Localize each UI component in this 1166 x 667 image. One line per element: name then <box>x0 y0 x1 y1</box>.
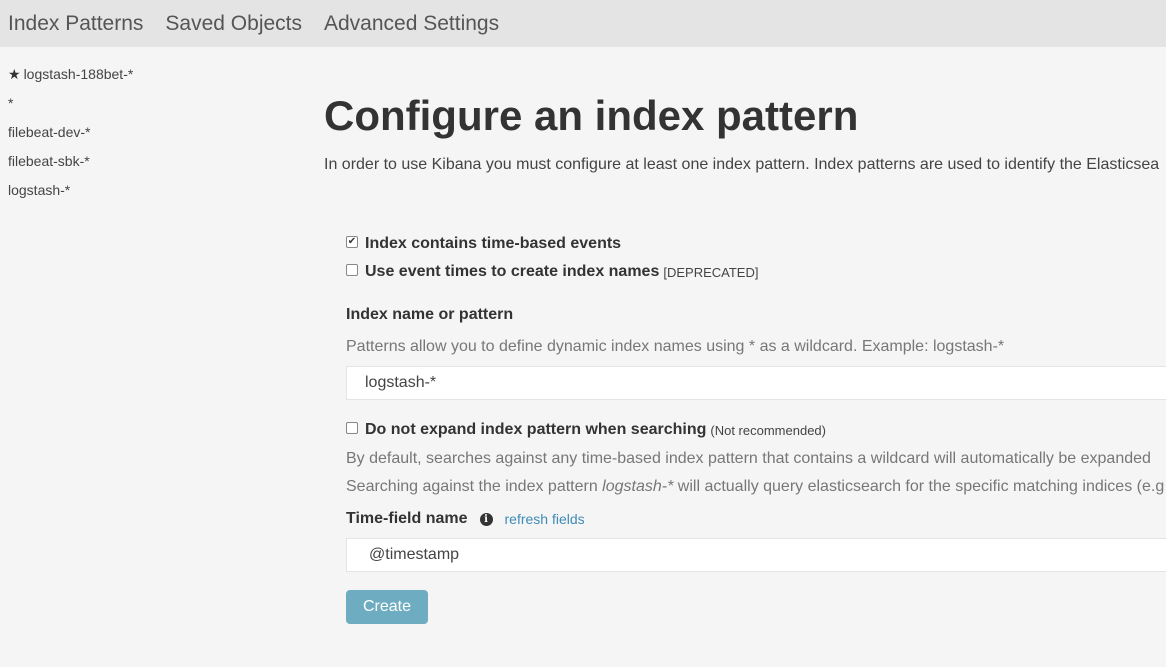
sidebar-item-logstash-188bet[interactable]: ★ logstash-188bet-* <box>0 60 300 89</box>
index-pattern-list: ★ logstash-188bet-* * filebeat-dev-* fil… <box>0 60 300 205</box>
refresh-fields-link[interactable]: refresh fields <box>505 511 585 527</box>
sidebar-item-label: filebeat-sbk-* <box>8 153 90 169</box>
index-name-help: Patterns allow you to define dynamic ind… <box>346 338 1005 355</box>
star-icon: ★ <box>8 66 21 82</box>
index-name-input[interactable]: logstash-* <box>346 366 1166 400</box>
sidebar-item-filebeat-sbk[interactable]: filebeat-sbk-* <box>0 147 300 176</box>
event-times-label[interactable]: Use event times to create index names <box>365 263 659 281</box>
main-content: Configure an index pattern In order to u… <box>324 90 1166 174</box>
time-based-label[interactable]: Index contains time-based events <box>365 235 621 253</box>
create-button[interactable]: Create <box>346 590 428 624</box>
expand-help-1: By default, searches against any time-ba… <box>346 450 1151 467</box>
sidebar-item-logstash[interactable]: logstash-* <box>0 176 300 205</box>
no-expand-checkbox[interactable] <box>346 422 358 434</box>
sidebar-item-label: logstash-188bet-* <box>23 66 134 82</box>
sidebar-item-label: filebeat-dev-* <box>8 124 91 140</box>
expand-help-2-suffix: will actually query elasticsearch for th… <box>673 478 1165 495</box>
no-expand-label[interactable]: Do not expand index pattern when searchi… <box>365 421 706 439</box>
sidebar-item-filebeat-dev[interactable]: filebeat-dev-* <box>0 118 300 147</box>
expand-help-2: Searching against the index pattern logs… <box>346 478 1166 496</box>
deprecated-note: [DEPRECATED] <box>663 264 759 280</box>
sidebar-item-label: logstash-* <box>8 182 71 198</box>
expand-help-2-prefix: Searching against the index pattern <box>346 478 603 495</box>
expand-help-2-pattern: logstash-* <box>602 478 674 495</box>
index-name-label: Index name or pattern <box>346 306 514 323</box>
sidebar-item-wildcard[interactable]: * <box>0 89 300 118</box>
page-title: Configure an index pattern <box>324 92 859 139</box>
time-field-label: Time-field name <box>346 510 468 527</box>
event-times-row: Use event times to create index names [D… <box>346 258 1166 286</box>
time-field-label-row: Time-field name i refresh fields <box>346 510 1166 528</box>
no-expand-row: Do not expand index pattern when searchi… <box>346 416 1166 444</box>
time-field-select[interactable]: @timestamp <box>346 538 1166 572</box>
event-times-checkbox[interactable] <box>346 264 358 276</box>
not-recommended-note: (Not recommended) <box>710 422 826 438</box>
index-pattern-form: ✔ Index contains time-based events Use e… <box>346 230 1166 624</box>
intro-text: In order to use Kibana you must configur… <box>324 156 1160 173</box>
sidebar-item-label: * <box>8 95 14 111</box>
tab-index-patterns[interactable]: Index Patterns <box>8 12 143 36</box>
tab-saved-objects[interactable]: Saved Objects <box>165 12 302 36</box>
time-based-checkbox[interactable]: ✔ <box>346 236 358 248</box>
top-navigation: Index Patterns Saved Objects Advanced Se… <box>0 0 1166 47</box>
time-based-row: ✔ Index contains time-based events <box>346 230 1166 258</box>
tab-advanced-settings[interactable]: Advanced Settings <box>324 12 499 36</box>
info-icon[interactable]: i <box>479 512 493 526</box>
